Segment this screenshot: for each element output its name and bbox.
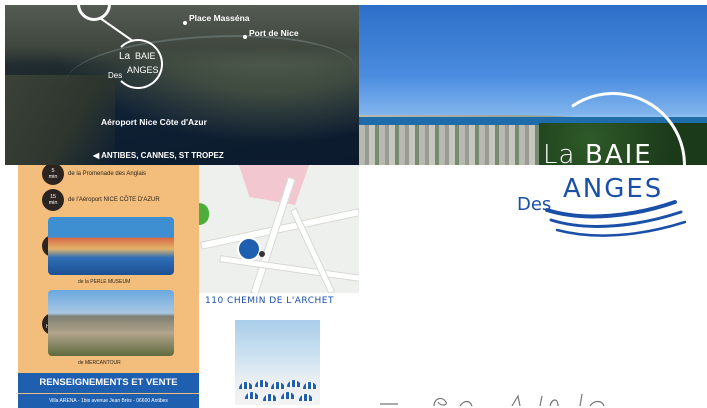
umbrella: [263, 394, 277, 401]
umbrella: [245, 392, 259, 399]
place-massena-dot: [183, 21, 187, 25]
map-marker-icon: [259, 251, 265, 257]
port-de-nice-label: Port de Nice: [249, 28, 299, 38]
beach-umbrella-photo: [235, 320, 320, 405]
step-text: de l'Aéroport NICE CÔTE D'AZUR: [68, 197, 160, 203]
time-badge: 5 min: [42, 165, 64, 185]
flyer-panel: 5 min de la Promenade des Anglais 15 min…: [18, 165, 199, 408]
umbrella: [303, 382, 317, 389]
umbrella: [299, 394, 313, 401]
mini-logo-anges: ANGES: [127, 65, 159, 75]
umbrella: [239, 382, 253, 389]
step-text: de la Promenade des Anglais: [68, 171, 147, 177]
time-badge: 15 min: [42, 189, 64, 211]
logo-baie: BAIE: [585, 140, 653, 170]
logo-la: La: [543, 140, 576, 170]
umbrella: [255, 380, 269, 387]
badge-unit: min: [48, 174, 58, 180]
port-de-nice-dot: [243, 35, 247, 39]
map-pink-zone: [239, 165, 309, 205]
umbrella: [287, 380, 301, 387]
mountain-photo: [48, 290, 174, 356]
map-green-zone: [199, 203, 209, 225]
museum-caption: de la PERLE MUSEUM: [78, 279, 131, 285]
street-map: [199, 165, 359, 293]
umbrella: [271, 382, 285, 389]
badge-unit: min: [48, 200, 58, 206]
aerial-map-image: La BAIE Des ANGES Place Masséna Port de …: [5, 5, 359, 165]
handwritten-signature: [380, 394, 605, 407]
brand-logo: La BAIE ANGES Des: [515, 80, 698, 250]
museum-photo: [48, 217, 174, 275]
mountain-caption: de MERCANTOUR: [78, 360, 121, 366]
mini-logo-baie: BAIE: [135, 51, 156, 61]
mini-logo: La BAIE Des ANGES: [105, 37, 165, 93]
mini-logo-arc: [113, 39, 163, 89]
map-pin-icon: [237, 237, 261, 261]
antibes-direction-label: ◀ ANTIBES, CANNES, ST TROPEZ: [93, 151, 224, 160]
umbrella: [281, 392, 295, 399]
place-massena-label: Place Masséna: [189, 13, 250, 23]
map-road: [219, 255, 359, 282]
info-bar: RENSEIGNEMENTS ET VENTE: [18, 373, 199, 393]
flyer-address: Villa ARENA - 1bis avenue Jean Brès - 06…: [18, 394, 199, 408]
mini-logo-la: La: [119, 51, 131, 62]
mini-logo-des: Des: [108, 71, 123, 80]
street-address: 110 CHEMIN DE L'ARCHET: [205, 296, 334, 306]
waves-icon: [545, 200, 687, 237]
aeroport-label: Aéroport Nice Côte d'Azur: [101, 117, 207, 127]
